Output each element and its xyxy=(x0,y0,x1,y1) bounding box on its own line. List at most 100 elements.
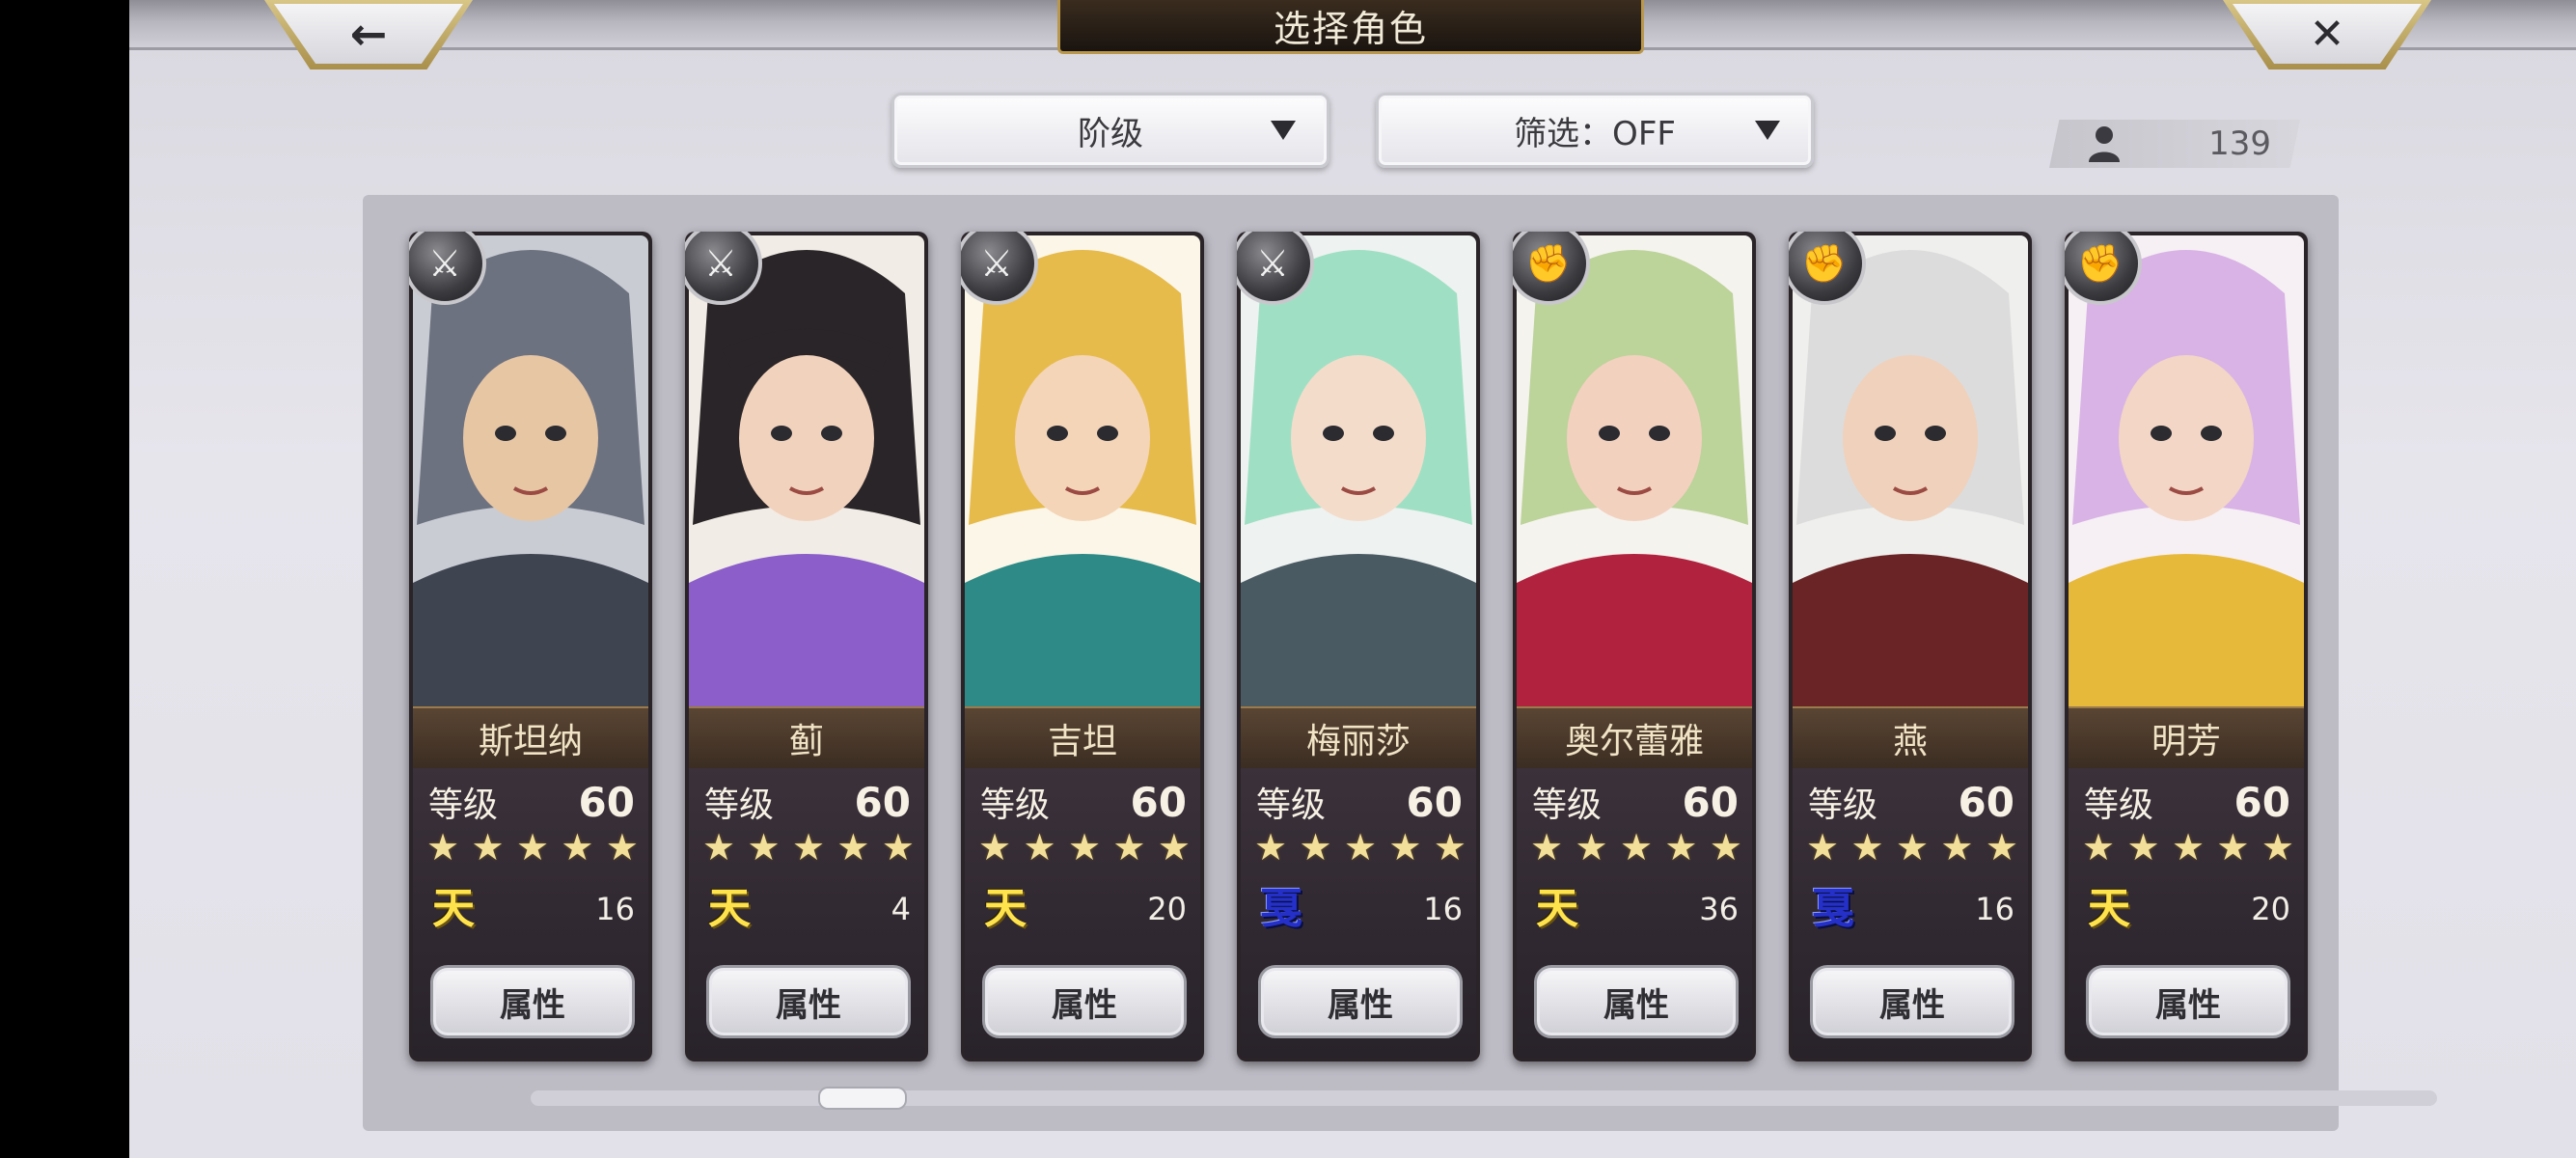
level-value: 60 xyxy=(1406,778,1463,826)
star-rating: ★ ★ ★ ★ ★ xyxy=(1254,828,1466,867)
character-card[interactable]: ⚔ 吉坦 等级 60 ★ ★ ★ ★ ★ 天 20 属性 xyxy=(961,232,1204,1062)
star-icon: ★ xyxy=(515,826,550,868)
star-icon: ★ xyxy=(978,826,1012,868)
game-screen: ← 选择角色 ✕ 阶级 筛选：OFF 139 ⚔ 斯坦纳 等级 60 ★ ★ ★… xyxy=(129,0,2576,1158)
character-stats: 等级 60 ★ ★ ★ ★ ★ 天 20 属性 xyxy=(965,768,1200,1058)
chevron-down-icon xyxy=(1755,121,1780,140)
page-title: 选择角色 xyxy=(1057,0,1644,54)
character-portrait xyxy=(689,235,924,708)
star-icon: ★ xyxy=(791,826,826,868)
character-name: 奥尔蕾雅 xyxy=(1517,706,1752,768)
star-icon: ★ xyxy=(1664,826,1698,868)
character-portrait xyxy=(965,235,1200,708)
character-portrait xyxy=(1793,235,2028,708)
star-rating: ★ ★ ★ ★ ★ xyxy=(1530,828,1742,867)
character-name: 梅丽莎 xyxy=(1241,706,1476,768)
character-card[interactable]: ✊ 燕 等级 60 ★ ★ ★ ★ ★ 戛 16 属性 xyxy=(1789,232,2032,1062)
attributes-button[interactable]: 属性 xyxy=(1810,965,2014,1038)
attributes-button[interactable]: 属性 xyxy=(1258,965,1463,1038)
character-stats: 等级 60 ★ ★ ★ ★ ★ 戛 16 属性 xyxy=(1793,768,2028,1058)
level-value: 60 xyxy=(1682,778,1739,826)
star-icon: ★ xyxy=(836,826,870,868)
rank-badge: 天 xyxy=(1536,884,1578,933)
level-value: 60 xyxy=(1130,778,1187,826)
back-arrow-icon: ← xyxy=(349,8,388,60)
level-label: 等级 xyxy=(428,786,499,825)
rank-badge: 天 xyxy=(708,884,751,933)
star-icon: ★ xyxy=(2261,826,2294,868)
star-icon: ★ xyxy=(1343,826,1378,868)
star-icon: ★ xyxy=(1530,826,1564,868)
star-icon: ★ xyxy=(2126,826,2160,868)
star-icon: ★ xyxy=(561,826,594,868)
star-icon: ★ xyxy=(426,826,460,868)
attributes-button[interactable]: 属性 xyxy=(706,965,911,1038)
roster-count: 139 xyxy=(2049,120,2300,168)
close-icon: ✕ xyxy=(2309,9,2345,59)
character-name: 斯坦纳 xyxy=(413,706,648,768)
star-rating: ★ ★ ★ ★ ★ xyxy=(702,828,915,867)
star-icon: ★ xyxy=(747,826,781,868)
level-value: 60 xyxy=(578,778,635,826)
portrait-art xyxy=(965,235,1200,708)
character-stats: 等级 60 ★ ★ ★ ★ ★ 天 36 属性 xyxy=(1517,768,1752,1058)
star-icon: ★ xyxy=(881,826,915,868)
rank-count: 20 xyxy=(2251,891,2290,927)
rank-count: 16 xyxy=(1975,891,2014,927)
star-icon: ★ xyxy=(605,826,639,868)
attributes-button[interactable]: 属性 xyxy=(982,965,1187,1038)
sort-dropdown-label: 阶级 xyxy=(1078,114,1143,153)
character-card[interactable]: ✊ 明芳 等级 60 ★ ★ ★ ★ ★ 天 20 属性 xyxy=(2065,232,2308,1062)
rank-count: 16 xyxy=(595,891,635,927)
scrollbar-thumb[interactable] xyxy=(818,1087,907,1110)
attributes-button[interactable]: 属性 xyxy=(430,965,635,1038)
character-card[interactable]: ⚔ 斯坦纳 等级 60 ★ ★ ★ ★ ★ 天 16 属性 xyxy=(409,232,652,1062)
sort-dropdown[interactable]: 阶级 xyxy=(891,93,1329,168)
star-rating: ★ ★ ★ ★ ★ xyxy=(978,828,1191,867)
star-icon: ★ xyxy=(1850,826,1884,868)
star-icon: ★ xyxy=(471,826,505,868)
character-card[interactable]: ⚔ 梅丽莎 等级 60 ★ ★ ★ ★ ★ 戛 16 属性 xyxy=(1237,232,1480,1062)
chevron-down-icon xyxy=(1271,121,1296,140)
character-stats: 等级 60 ★ ★ ★ ★ ★ 天 4 属性 xyxy=(689,768,924,1058)
attributes-button[interactable]: 属性 xyxy=(2086,965,2290,1038)
close-button[interactable]: ✕ xyxy=(2223,0,2431,69)
star-icon: ★ xyxy=(1023,826,1056,868)
level-label: 等级 xyxy=(1532,786,1603,825)
star-icon: ★ xyxy=(1575,826,1608,868)
rank-count: 16 xyxy=(1423,891,1463,927)
star-icon: ★ xyxy=(1940,826,1974,868)
rank-badge: 戛 xyxy=(1260,884,1302,933)
portrait-art xyxy=(1241,235,1476,708)
star-icon: ★ xyxy=(1254,826,1288,868)
star-icon: ★ xyxy=(1619,826,1654,868)
star-icon: ★ xyxy=(1388,826,1422,868)
level-label: 等级 xyxy=(980,786,1051,825)
character-portrait xyxy=(1241,235,1476,708)
character-name: 吉坦 xyxy=(965,706,1200,768)
character-card[interactable]: ✊ 奥尔蕾雅 等级 60 ★ ★ ★ ★ ★ 天 36 属性 xyxy=(1513,232,1756,1062)
star-icon: ★ xyxy=(2082,826,2116,868)
level-value: 60 xyxy=(854,778,911,826)
attributes-button[interactable]: 属性 xyxy=(1534,965,1739,1038)
rank-badge: 天 xyxy=(2088,884,2130,933)
level-label: 等级 xyxy=(2084,786,2154,825)
filter-dropdown[interactable]: 筛选：OFF xyxy=(1376,93,1814,168)
back-button[interactable]: ← xyxy=(264,0,473,69)
level-label: 等级 xyxy=(704,786,775,825)
star-icon: ★ xyxy=(1895,826,1930,868)
star-icon: ★ xyxy=(1112,826,1146,868)
star-icon: ★ xyxy=(1157,826,1191,868)
star-rating: ★ ★ ★ ★ ★ xyxy=(2082,828,2294,867)
character-name: 燕 xyxy=(1793,706,2028,768)
star-icon: ★ xyxy=(1299,826,1332,868)
star-icon: ★ xyxy=(1709,826,1742,868)
character-portrait xyxy=(2069,235,2304,708)
portrait-art xyxy=(1793,235,2028,708)
rank-count: 36 xyxy=(1699,891,1739,927)
rank-count: 20 xyxy=(1147,891,1187,927)
horizontal-scrollbar[interactable] xyxy=(531,1090,2437,1106)
star-icon: ★ xyxy=(1067,826,1102,868)
star-rating: ★ ★ ★ ★ ★ xyxy=(1806,828,2018,867)
character-card[interactable]: ⚔ 蓟 等级 60 ★ ★ ★ ★ ★ 天 4 属性 xyxy=(685,232,928,1062)
